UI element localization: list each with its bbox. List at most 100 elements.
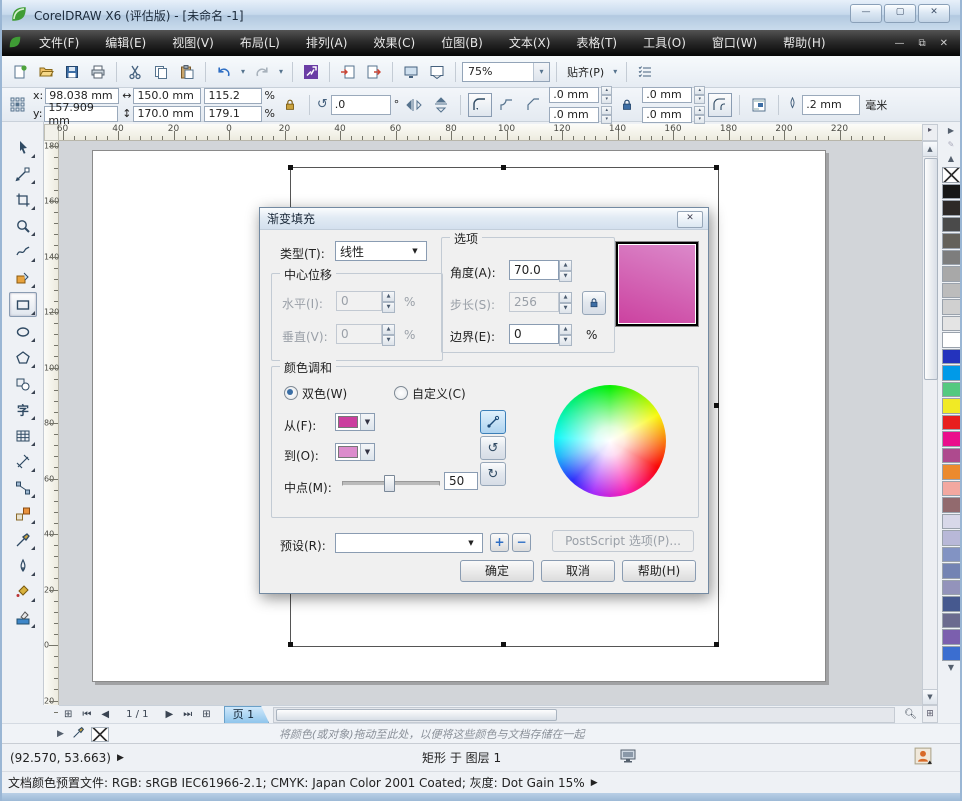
horizontal-field[interactable]: 0 [336,291,382,311]
palette-color-swatch[interactable] [942,646,961,662]
text-tool[interactable]: 字 [10,398,36,421]
menu-item-3[interactable]: 视图(V) [159,30,227,56]
rotation-angle-field[interactable]: .0 [331,95,391,115]
y-position-field[interactable]: 157.909 mm [44,106,118,122]
redo-button[interactable] [250,60,274,84]
angle-field[interactable]: 70.0 [509,260,559,280]
chevron-down-icon[interactable]: ▾ [610,67,620,76]
copy-button[interactable] [149,60,173,84]
palette-color-swatch[interactable] [942,365,961,381]
vertical-field[interactable]: 0 [336,324,382,344]
import-button[interactable] [336,60,360,84]
edge-pad-field[interactable]: 0 [509,324,559,344]
palette-color-swatch[interactable] [942,316,961,332]
doc-close-icon[interactable]: ✕ [940,38,948,49]
selection-handle[interactable] [714,165,719,170]
direct-blend-button[interactable] [480,410,506,434]
scrollbar-corner-button[interactable]: ▸ [922,124,938,141]
menu-item-4[interactable]: 布局(L) [227,30,293,56]
no-color-box[interactable] [91,727,109,742]
app-launcher-button[interactable] [399,60,423,84]
horizontal-ruler[interactable]: 604020020406080100120140160180200220 [59,124,922,141]
interactive-fill-tool[interactable] [10,606,36,629]
search-content-button[interactable] [299,60,323,84]
selection-handle[interactable] [288,165,293,170]
crop-tool[interactable] [10,188,36,211]
palette-color-swatch[interactable] [942,233,961,249]
redo-dropdown-icon[interactable]: ▾ [276,67,286,76]
selection-handle[interactable] [501,642,506,647]
paste-button[interactable] [175,60,199,84]
undo-dropdown-icon[interactable]: ▾ [238,67,248,76]
palette-color-swatch[interactable] [942,629,961,645]
print-button[interactable] [86,60,110,84]
palette-color-swatch[interactable] [942,184,961,200]
remove-preset-button[interactable]: − [512,533,531,552]
minimize-button[interactable]: — [850,4,882,23]
blend-tool[interactable] [10,502,36,525]
palette-flyout-icon[interactable]: ▶ [948,124,954,138]
navigator-icon[interactable]: ⊞ [922,705,938,723]
postscript-options-button[interactable]: PostScript 选项(P)... [552,530,694,552]
round-corner-button[interactable] [468,93,492,117]
slider-thumb[interactable] [384,475,395,492]
steps-field[interactable]: 256 [509,292,559,312]
lock-ratio-icon[interactable] [278,93,302,117]
selection-handle[interactable] [288,642,293,647]
zoom-level-select[interactable]: 75% ▾ [462,62,550,82]
from-color-picker[interactable]: ▼ [335,413,375,431]
smart-fill-tool[interactable] [10,266,36,289]
palette-color-swatch[interactable] [942,266,961,282]
freehand-tool[interactable] [10,240,36,263]
first-page-icon[interactable]: ⏮ [77,709,96,720]
flyout-arrow-icon[interactable]: ▶ [117,753,124,763]
type-select[interactable]: 线性 ▼ [335,241,427,261]
steps-lock-button[interactable] [582,291,606,315]
text-wrap-button[interactable] [747,93,771,117]
flyout-arrow-icon[interactable]: ▶ [57,729,64,739]
selection-handle[interactable] [714,642,719,647]
palette-color-swatch[interactable] [942,332,961,348]
undo-button[interactable] [212,60,236,84]
cut-button[interactable] [123,60,147,84]
eyedropper-icon[interactable] [72,726,85,742]
vertical-scroll-thumb[interactable] [924,158,938,380]
palette-color-swatch[interactable] [942,431,961,447]
shape-tool[interactable] [10,162,36,185]
palette-color-swatch[interactable] [942,596,961,612]
midpoint-field[interactable]: 50 [444,472,478,490]
color-wheel[interactable] [554,385,666,497]
outline-pen-tool[interactable] [10,554,36,577]
palette-color-swatch[interactable] [942,497,961,513]
mirror-vertical-icon[interactable] [429,93,453,117]
page-tab[interactable]: 页 1 [224,706,270,723]
vertical-scrollbar[interactable]: ▲ ▼ [922,141,938,705]
corner-radius-tr-field[interactable]: .0 mm [642,87,692,103]
palette-color-swatch[interactable] [942,448,961,464]
relative-corner-button[interactable] [708,93,732,117]
snap-to-button[interactable]: 贴齐(P) [563,64,608,80]
palette-scroll-up-icon[interactable]: ▲ [948,152,954,166]
palette-color-swatch[interactable] [942,283,961,299]
open-button[interactable] [34,60,58,84]
menu-item-10[interactable]: 工具(O) [630,30,699,56]
palette-color-swatch[interactable] [942,580,961,596]
palette-color-swatch[interactable] [942,217,961,233]
scalloped-corner-button[interactable] [495,93,519,117]
export-button[interactable] [362,60,386,84]
options-button[interactable] [633,60,657,84]
palette-color-swatch[interactable] [942,349,961,365]
vertical-ruler[interactable]: 18016014012010080604020020 [44,141,59,705]
pan-zoom-icon[interactable]: 🔍︎ [899,709,922,720]
palette-color-swatch[interactable] [942,200,961,216]
pick-tool[interactable] [10,136,36,159]
dialog-close-icon[interactable]: ✕ [677,211,703,228]
zoom-tool[interactable] [10,214,36,237]
chamfered-corner-button[interactable] [522,93,546,117]
palette-scroll-down-icon[interactable]: ▼ [948,661,954,675]
rectangle-tool[interactable] [9,292,37,317]
palette-color-swatch[interactable] [942,464,961,480]
menu-item-11[interactable]: 窗口(W) [699,30,770,56]
custom-radio[interactable] [394,386,408,400]
corner-radius-tl-field[interactable]: .0 mm [549,87,599,103]
